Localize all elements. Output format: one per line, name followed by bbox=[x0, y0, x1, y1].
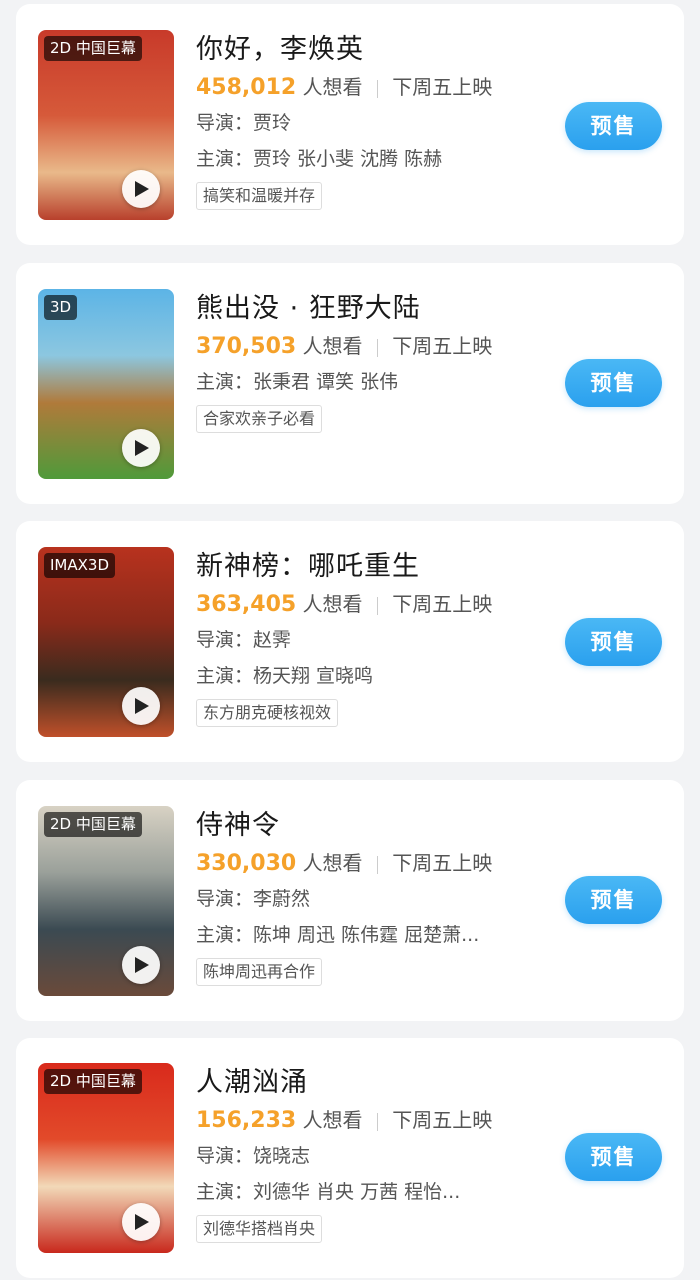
movie-info: 新神榜：哪吒重生 363,405 人想看 下周五上映 导演：赵霁 主演：杨天翔 … bbox=[196, 549, 556, 727]
movie-poster[interactable]: 2D 中国巨幕 bbox=[38, 806, 174, 996]
divider bbox=[376, 596, 378, 615]
director: 导演：赵霁 bbox=[196, 629, 292, 651]
movie-card[interactable]: 2D 中国巨幕 侍神令 330,030 人想看 下周五上映 导演：李蔚然 主演：… bbox=[16, 780, 684, 1021]
play-icon bbox=[135, 440, 149, 456]
play-icon bbox=[135, 1214, 149, 1230]
play-icon bbox=[135, 181, 149, 197]
divider bbox=[376, 1112, 378, 1131]
want-count: 363,405 bbox=[196, 592, 297, 617]
movie-poster[interactable]: 2D 中国巨幕 bbox=[38, 30, 174, 220]
movie-title[interactable]: 新神榜：哪吒重生 bbox=[196, 549, 556, 585]
want-row: 363,405 人想看 下周五上映 bbox=[196, 589, 556, 619]
divider bbox=[376, 79, 378, 98]
presale-button[interactable]: 预售 bbox=[565, 618, 662, 666]
release-date: 下周五上映 bbox=[392, 334, 493, 358]
format-badge: IMAX3D bbox=[44, 553, 115, 578]
divider bbox=[376, 338, 378, 357]
want-row: 156,233 人想看 下周五上映 bbox=[196, 1105, 556, 1135]
cast: 主演：杨天翔 宣晓鸣 bbox=[196, 665, 374, 687]
format-badge: 2D 中国巨幕 bbox=[44, 36, 142, 61]
want-label: 人想看 bbox=[302, 592, 363, 616]
trailer-play-button[interactable] bbox=[122, 687, 160, 725]
movie-list: 2D 中国巨幕 你好，李焕英 458,012 人想看 下周五上映 导演：贾玲 主… bbox=[0, 0, 700, 1280]
movie-poster[interactable]: 2D 中国巨幕 bbox=[38, 1063, 174, 1253]
movie-card[interactable]: 2D 中国巨幕 你好，李焕英 458,012 人想看 下周五上映 导演：贾玲 主… bbox=[16, 4, 684, 245]
trailer-play-button[interactable] bbox=[122, 170, 160, 208]
release-date: 下周五上映 bbox=[392, 1108, 493, 1132]
want-label: 人想看 bbox=[302, 1108, 363, 1132]
movie-title[interactable]: 熊出没 · 狂野大陆 bbox=[196, 291, 556, 327]
highlight-tag: 陈坤周迅再合作 bbox=[196, 958, 323, 986]
director: 导演：饶晓志 bbox=[196, 1145, 311, 1167]
trailer-play-button[interactable] bbox=[122, 946, 160, 984]
movie-info: 侍神令 330,030 人想看 下周五上映 导演：李蔚然 主演：陈坤 周迅 陈伟… bbox=[196, 808, 556, 986]
movie-info: 你好，李焕英 458,012 人想看 下周五上映 导演：贾玲 主演：贾玲 张小斐… bbox=[196, 32, 556, 210]
director: 导演：贾玲 bbox=[196, 112, 292, 134]
movie-card[interactable]: IMAX3D 新神榜：哪吒重生 363,405 人想看 下周五上映 导演：赵霁 … bbox=[16, 521, 684, 762]
format-badge: 2D 中国巨幕 bbox=[44, 1069, 142, 1094]
release-date: 下周五上映 bbox=[392, 592, 493, 616]
movie-card[interactable]: 2D 中国巨幕 人潮汹涌 156,233 人想看 下周五上映 导演：饶晓志 主演… bbox=[16, 1038, 684, 1278]
release-date: 下周五上映 bbox=[392, 75, 493, 99]
want-label: 人想看 bbox=[302, 75, 363, 99]
movie-card[interactable]: 3D 熊出没 · 狂野大陆 370,503 人想看 下周五上映 主演：张秉君 谭… bbox=[16, 263, 684, 504]
movie-poster[interactable]: IMAX3D bbox=[38, 547, 174, 737]
movie-info: 人潮汹涌 156,233 人想看 下周五上映 导演：饶晓志 主演：刘德华 肖央 … bbox=[196, 1065, 556, 1243]
want-count: 156,233 bbox=[196, 1108, 297, 1133]
cast: 主演：张秉君 谭笑 张伟 bbox=[196, 371, 399, 393]
presale-button[interactable]: 预售 bbox=[565, 876, 662, 924]
highlight-tag: 刘德华搭档肖央 bbox=[196, 1215, 323, 1243]
movie-title[interactable]: 人潮汹涌 bbox=[196, 1065, 556, 1101]
highlight-tag: 搞笑和温暖并存 bbox=[196, 182, 323, 210]
highlight-tag: 合家欢亲子必看 bbox=[196, 405, 323, 433]
cast: 主演：贾玲 张小斐 沈腾 陈赫 bbox=[196, 148, 443, 170]
format-badge: 2D 中国巨幕 bbox=[44, 812, 142, 837]
play-icon bbox=[135, 698, 149, 714]
want-count: 330,030 bbox=[196, 851, 297, 876]
highlight-tag: 东方朋克硬核视效 bbox=[196, 699, 339, 727]
play-icon bbox=[135, 957, 149, 973]
cast: 主演：陈坤 周迅 陈伟霆 屈楚萧... bbox=[196, 924, 480, 946]
want-row: 370,503 人想看 下周五上映 bbox=[196, 331, 556, 361]
divider bbox=[376, 855, 378, 874]
want-row: 458,012 人想看 下周五上映 bbox=[196, 72, 556, 102]
want-label: 人想看 bbox=[302, 851, 363, 875]
want-row: 330,030 人想看 下周五上映 bbox=[196, 848, 556, 878]
trailer-play-button[interactable] bbox=[122, 1203, 160, 1241]
presale-button[interactable]: 预售 bbox=[565, 359, 662, 407]
movie-info: 熊出没 · 狂野大陆 370,503 人想看 下周五上映 主演：张秉君 谭笑 张… bbox=[196, 291, 556, 433]
cast: 主演：刘德华 肖央 万茜 程怡... bbox=[196, 1181, 461, 1203]
want-label: 人想看 bbox=[302, 334, 363, 358]
movie-poster[interactable]: 3D bbox=[38, 289, 174, 479]
movie-title[interactable]: 侍神令 bbox=[196, 808, 556, 844]
release-date: 下周五上映 bbox=[392, 851, 493, 875]
format-badge: 3D bbox=[44, 295, 78, 320]
want-count: 458,012 bbox=[196, 75, 297, 100]
trailer-play-button[interactable] bbox=[122, 429, 160, 467]
director: 导演：李蔚然 bbox=[196, 888, 311, 910]
movie-title[interactable]: 你好，李焕英 bbox=[196, 32, 556, 68]
want-count: 370,503 bbox=[196, 334, 297, 359]
presale-button[interactable]: 预售 bbox=[565, 1133, 662, 1181]
presale-button[interactable]: 预售 bbox=[565, 102, 662, 150]
